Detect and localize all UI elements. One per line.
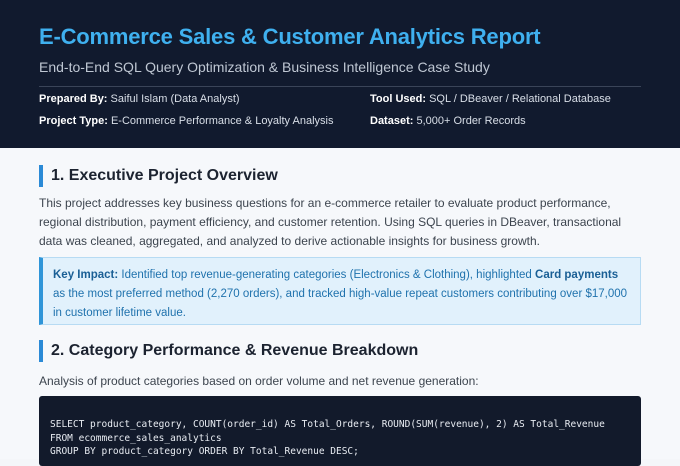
report-header: E-Commerce Sales & Customer Analytics Re…: [0, 0, 680, 148]
report-body: 1. Executive Project Overview This proje…: [0, 148, 680, 466]
meta-tool-label: Tool Used:: [370, 93, 427, 105]
meta-prepared-by: Prepared By: Saiful Islam (Data Analyst): [39, 93, 240, 105]
category-paragraph: Analysis of product categories based on …: [39, 374, 479, 388]
overview-paragraph: This project addresses key business ques…: [39, 196, 622, 248]
meta-project-type: Project Type: E-Commerce Performance & L…: [39, 115, 333, 127]
meta-dataset: Dataset: 5,000+ Order Records: [370, 115, 526, 127]
meta-project-type-label: Project Type:: [39, 115, 108, 127]
key-impact-callout: Key Impact: Identified top revenue-gener…: [39, 257, 641, 325]
callout-label: Key Impact:: [53, 269, 119, 281]
sql-code-block: SELECT product_category, COUNT(order_id)…: [39, 396, 641, 466]
code-line: SELECT product_category, COUNT(order_id)…: [50, 419, 605, 430]
meta-prepared-by-label: Prepared By:: [39, 93, 108, 105]
section-title-overview: 1. Executive Project Overview: [39, 165, 278, 187]
meta-tool-used: Tool Used: SQL / DBeaver / Relational Da…: [370, 93, 611, 105]
callout-emphasis: Card payments: [535, 269, 619, 281]
section-title-category: 2. Category Performance & Revenue Breakd…: [39, 340, 418, 362]
header-divider: [39, 86, 641, 87]
meta-prepared-by-value: Saiful Islam (Data Analyst): [110, 93, 240, 105]
report-title: E-Commerce Sales & Customer Analytics Re…: [39, 24, 541, 49]
code-line: FROM ecommerce_sales_analytics: [50, 432, 222, 444]
code-line: GROUP BY product_category ORDER BY Total…: [50, 446, 359, 457]
report-subtitle: End-to-End SQL Query Optimization & Busi…: [39, 59, 490, 75]
meta-dataset-value: 5,000+ Order Records: [416, 115, 526, 127]
meta-tool-value: SQL / DBeaver / Relational Database: [429, 93, 611, 105]
meta-dataset-label: Dataset:: [370, 115, 414, 127]
callout-text-after: as the most preferred method (2,270 orde…: [53, 288, 628, 319]
callout-text-before: Identified top revenue-generating catego…: [121, 269, 532, 281]
meta-project-type-value: E-Commerce Performance & Loyalty Analysi…: [110, 115, 334, 127]
